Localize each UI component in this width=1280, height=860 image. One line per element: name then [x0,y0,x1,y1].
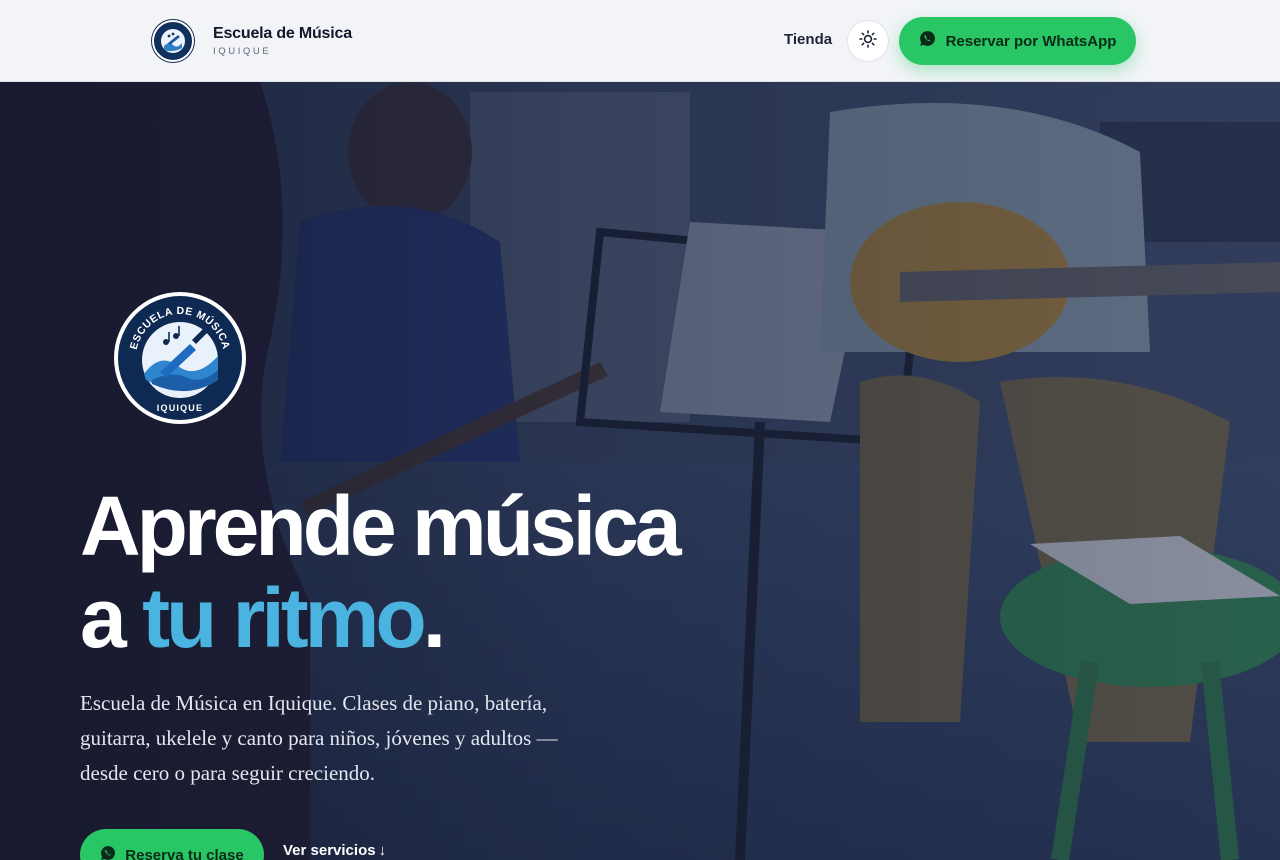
headline-suffix: . [422,571,446,665]
reserve-whatsapp-label: Reservar por WhatsApp [945,32,1117,50]
reserve-class-label: Reserva tu clase [125,846,244,860]
headline-line-2-prefix: a [80,571,143,665]
school-logo-badge: ESCUELA DE MÚSICA IQUIQUE [112,290,248,426]
headline-accent: tu ritmo [142,571,427,665]
site-header: Escuela de Música IQUIQUE Tienda Reserva… [0,0,1280,82]
hero-headline: Aprende música a tu ritmo. [80,479,682,665]
view-services-label: Ver servicios [283,842,376,859]
whatsapp-icon [919,30,936,52]
view-services-link[interactable]: Ver servicios ↓ [283,842,386,859]
reserve-class-button[interactable]: Reserva tu clase [80,829,264,860]
logo-bottom-text: IQUIQUE [157,403,203,413]
sun-icon [859,29,877,53]
brand-home-link[interactable]: Escuela de Música IQUIQUE [152,20,352,62]
school-logo-small [152,20,194,62]
reserve-whatsapp-button[interactable]: Reservar por WhatsApp [899,17,1136,65]
arrow-down-icon: ↓ [378,842,387,859]
headline-line-1: Aprende música [80,479,682,573]
brand-name: Escuela de Música [213,25,352,42]
hero-description: Escuela de Música en Iquique. Clases de … [80,691,558,785]
hero-section: ESCUELA DE MÚSICA IQUIQUE Aprende música… [0,82,1280,860]
whatsapp-icon [100,845,116,860]
theme-toggle-button[interactable] [847,20,889,62]
nav-link-tienda[interactable]: Tienda [784,31,832,48]
brand-location: IQUIQUE [213,46,272,57]
